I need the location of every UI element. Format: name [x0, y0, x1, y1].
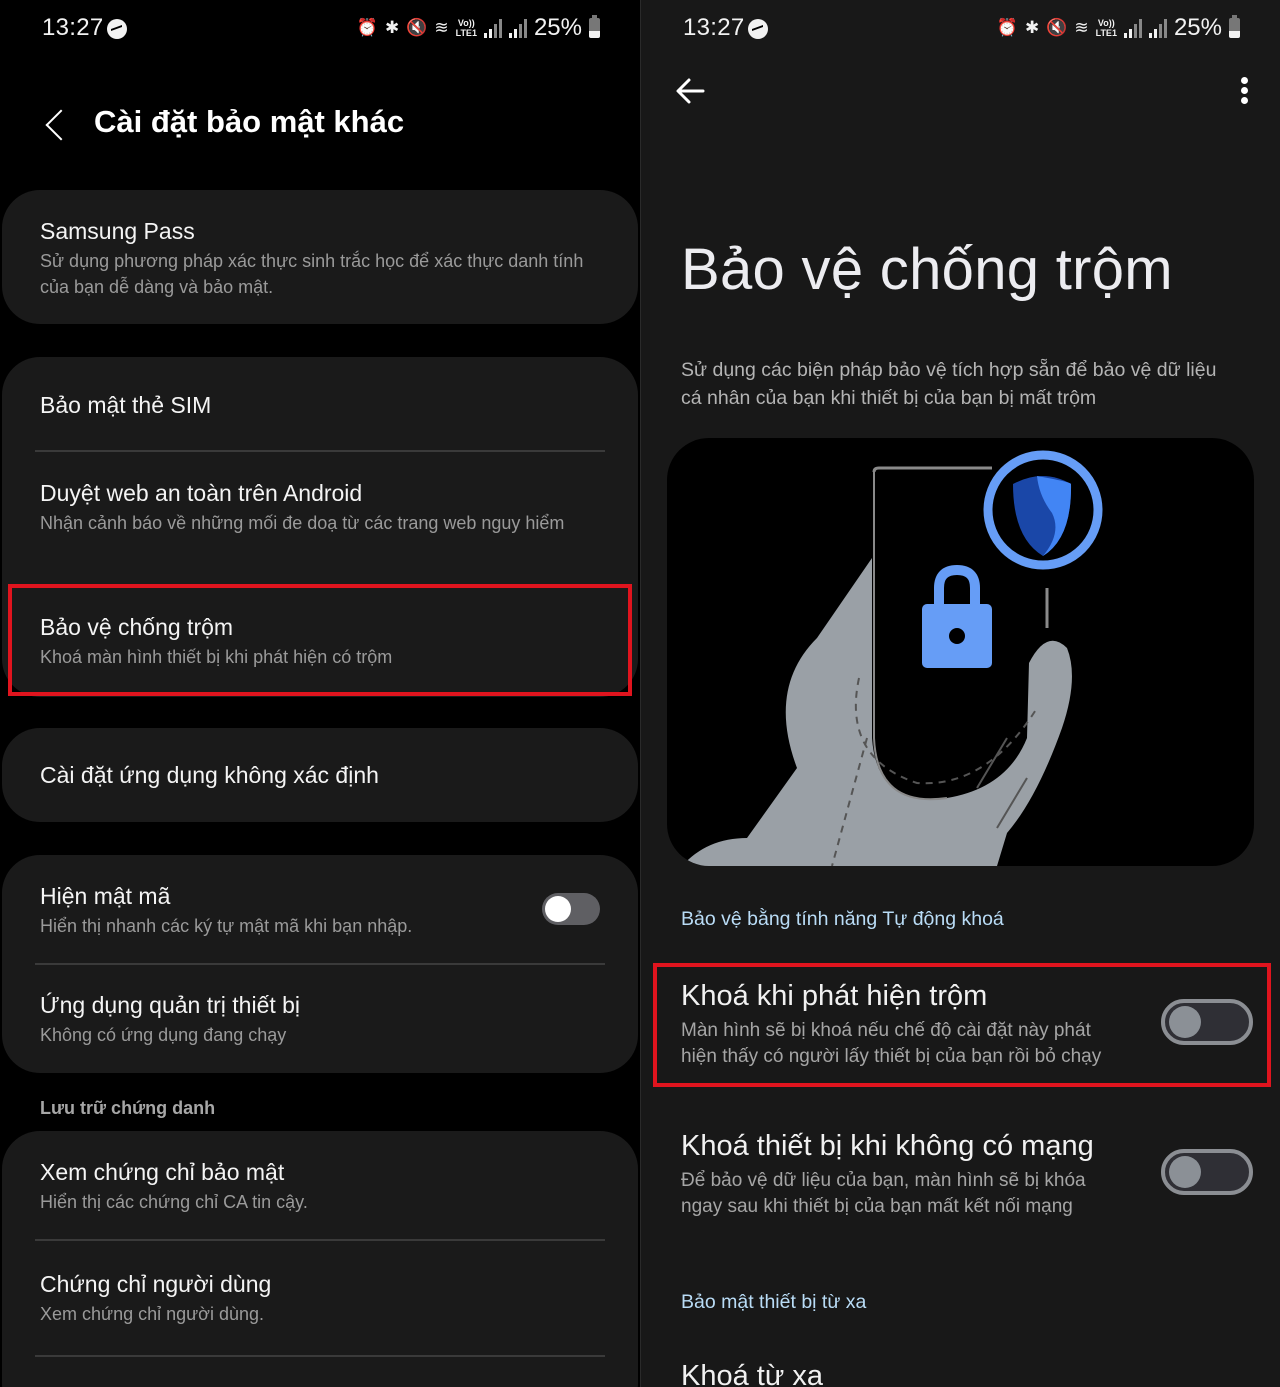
status-time: 13:27: [42, 14, 104, 41]
item-subtitle: Xem chứng chỉ người dùng.: [40, 1304, 265, 1324]
theft-protection-illustration: [667, 438, 1254, 866]
battery-percent: 25%: [1173, 14, 1222, 41]
item-title: Xem chứng chỉ bảo mật: [40, 1159, 285, 1185]
item-subtitle: Nhận cảnh báo về những mối đe doạ từ các…: [40, 513, 565, 533]
divider: [35, 1239, 605, 1241]
divider: [35, 963, 605, 965]
wifi-icon: ≋: [434, 18, 449, 37]
left-screen: 13:27 ⏰ ✱ 🔇 ≋ Vo)) LTE1 25% Cài đặt bảo m…: [0, 0, 640, 1387]
item-subtitle: Hiển thị nhanh các ký tự mật mã khi bạn …: [40, 916, 413, 936]
item-title: Khoá thiết bị khi không có mạng: [681, 1130, 1094, 1162]
toggle-knob: [1169, 1156, 1201, 1188]
theft-protection-item[interactable]: Bảo vệ chống trộm Khoá màn hình thiết bị…: [40, 612, 606, 670]
status-bar: 13:27 ⏰ ✱ 🔇 ≋ Vo)) LTE1 25%: [641, 0, 1280, 58]
samsung-pass-card: Samsung Pass Sử dụng phương pháp xác thự…: [2, 190, 638, 324]
alarm-icon: ⏰: [996, 18, 1018, 37]
signal-icon: [1148, 18, 1167, 38]
theft-detection-lock-item[interactable]: Khoá khi phát hiện trộm Màn hình sẽ bị k…: [681, 978, 1131, 1070]
user-certs-item[interactable]: Chứng chỉ người dùng Xem chứng chỉ người…: [40, 1269, 606, 1327]
theft-detection-lock-toggle[interactable]: [1161, 999, 1253, 1045]
item-title: Hiện mật mã: [40, 883, 171, 909]
status-time: 13:27: [683, 14, 745, 41]
unknown-apps-card: Cài đặt ứng dụng không xác định: [2, 728, 638, 822]
toggle-knob: [1169, 1006, 1201, 1038]
section-remote: Bảo mật thiết bị từ xa: [681, 1291, 867, 1313]
item-title: Cài đặt ứng dụng không xác định: [40, 762, 379, 788]
signal-icon: [508, 18, 527, 38]
offline-device-lock-item[interactable]: Khoá thiết bị khi không có mạng Để bảo v…: [681, 1128, 1131, 1220]
item-title: Samsung Pass: [40, 218, 195, 244]
device-card: Hiện mật mã Hiển thị nhanh các ký tự mật…: [2, 855, 638, 1073]
remote-lock-item[interactable]: Khoá từ xa: [681, 1358, 1131, 1387]
item-title: Duyệt web an toàn trên Android: [40, 480, 363, 506]
more-options-icon[interactable]: [1234, 74, 1254, 108]
view-certs-item[interactable]: Xem chứng chỉ bảo mật Hiển thị các chứng…: [40, 1157, 606, 1215]
item-subtitle: Không có ứng dụng đang chạy: [40, 1025, 287, 1045]
item-title: Bảo mật thẻ SIM: [40, 392, 212, 418]
unknown-apps-item[interactable]: Cài đặt ứng dụng không xác định: [40, 760, 606, 790]
toggle-knob: [545, 896, 571, 922]
item-title: Khoá từ xa: [681, 1360, 823, 1387]
hand-phone-illustration: [682, 450, 1103, 866]
messenger-icon: [748, 19, 768, 39]
back-chevron-icon[interactable]: [42, 108, 64, 142]
item-title: Khoá khi phát hiện trộm: [681, 980, 988, 1012]
item-subtitle: Màn hình sẽ bị khoá nếu chế độ cài đặt n…: [681, 1020, 1102, 1067]
page-title: Bảo vệ chống trộm: [681, 237, 1173, 302]
signal-icon: [1123, 18, 1142, 38]
wifi-icon: ≋: [1074, 18, 1089, 37]
lte-icon: Vo)) LTE1: [1095, 18, 1117, 38]
phone-outline: [872, 466, 992, 473]
device-admin-item[interactable]: Ứng dụng quản trị thiết bị Không có ứng …: [40, 990, 606, 1048]
alarm-icon: ⏰: [356, 18, 378, 37]
item-subtitle: Khoá màn hình thiết bị khi phát hiện có …: [40, 647, 393, 667]
battery-icon: [589, 15, 600, 38]
section-autolock: Bảo vệ bằng tính năng Tự động khoá: [681, 908, 1004, 930]
lte-icon: Vo)) LTE1: [455, 18, 477, 38]
item-subtitle: Để bảo vệ dữ liệu của bạn, màn hình sẽ b…: [681, 1170, 1086, 1217]
hand-shape: [682, 558, 1072, 866]
battery-icon: [1229, 15, 1240, 38]
status-bar: 13:27 ⏰ ✱ 🔇 ≋ Vo)) LTE1 25%: [0, 0, 640, 58]
show-passwords-item[interactable]: Hiện mật mã Hiển thị nhanh các ký tự mật…: [40, 881, 528, 939]
bluetooth-icon: ✱: [384, 18, 400, 37]
signal-icon: [483, 18, 502, 38]
divider: [35, 1355, 605, 1357]
bluetooth-icon: ✱: [1024, 18, 1040, 37]
vibrate-icon: 🔇: [406, 18, 428, 37]
right-screen: 13:27 ⏰ ✱ 🔇 ≋ Vo)) LTE1 25% Bảo vệ chống …: [641, 0, 1280, 1387]
battery-percent: 25%: [533, 14, 582, 41]
shield-icon: [983, 450, 1103, 570]
item-title: Chứng chỉ người dùng: [40, 1271, 272, 1297]
messenger-icon: [107, 19, 127, 39]
item-subtitle: Sử dụng phương pháp xác thực sinh trắc h…: [40, 251, 584, 297]
item-title: Ứng dụng quản trị thiết bị: [40, 992, 301, 1018]
security-card: Bảo mật thẻ SIM Duyệt web an toàn trên A…: [2, 357, 638, 697]
item-subtitle: Hiển thị các chứng chỉ CA tin cậy.: [40, 1192, 308, 1212]
show-passwords-toggle[interactable]: [542, 893, 600, 925]
safe-browsing-item[interactable]: Duyệt web an toàn trên Android Nhận cảnh…: [40, 478, 606, 536]
item-title: Bảo vệ chống trộm: [40, 614, 234, 640]
samsung-pass-item[interactable]: Samsung Pass Sử dụng phương pháp xác thự…: [40, 216, 606, 300]
divider: [35, 450, 605, 452]
page-title: Cài đặt bảo mật khác: [94, 104, 405, 139]
back-arrow-icon[interactable]: [673, 74, 707, 108]
vibrate-icon: 🔇: [1046, 18, 1068, 37]
certificates-card: Xem chứng chỉ bảo mật Hiển thị các chứng…: [2, 1131, 638, 1387]
page-description: Sử dụng các biện pháp bảo vệ tích hợp sẵ…: [681, 359, 1217, 409]
credential-storage-label: Lưu trữ chứng danh: [40, 1098, 216, 1118]
offline-device-lock-toggle[interactable]: [1161, 1149, 1253, 1195]
lock-icon: [922, 564, 992, 668]
sim-security-item[interactable]: Bảo mật thẻ SIM: [40, 390, 606, 420]
